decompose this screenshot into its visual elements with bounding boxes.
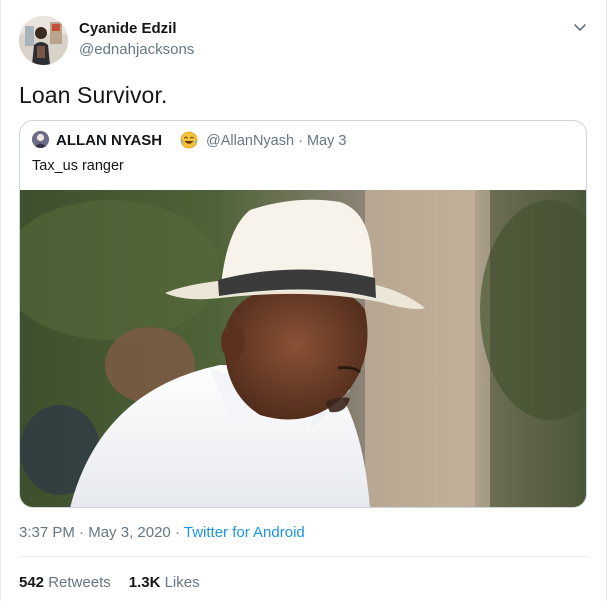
quoted-tweet-photo[interactable] [20,190,586,507]
chevron-down-icon[interactable] [571,18,589,36]
retweets-label: Retweets [48,574,111,591]
quoted-tweet-meta: @AllanNyash · May 3 [206,133,346,149]
quoted-author-handle[interactable]: @AllanNyash [206,133,294,149]
face-with-tears-of-joy-icon [180,131,198,149]
author-name[interactable]: Cyanide Edzil [79,20,177,37]
author-handle[interactable]: @ednahjacksons [79,41,194,58]
retweets-count: 542 [19,574,45,591]
tweet-card: Cyanide Edzil @ednahjacksons Loan Surviv… [0,0,607,601]
author-avatar[interactable] [19,16,68,65]
tweet-date[interactable]: May 3, 2020 [88,524,171,541]
tweet-text: Loan Survivor. [19,82,168,108]
quoted-tweet-text: Tax_us ranger [32,158,124,174]
quoted-author-avatar[interactable] [32,131,49,148]
meta-separator: · [174,524,180,541]
retweets-stat[interactable]: 542 Retweets [19,574,111,591]
tweet-source-link[interactable]: Twitter for Android [184,524,305,541]
divider [19,556,589,557]
likes-stat[interactable]: 1.3K Likes [129,574,200,591]
quoted-tweet[interactable]: ALLAN NYASH @AllanNyash · May 3 Tax_us r… [19,120,587,508]
quoted-author-name[interactable]: ALLAN NYASH [56,132,162,149]
likes-count: 1.3K [128,574,161,591]
quoted-tweet-date[interactable]: May 3 [307,133,347,149]
likes-label: Likes [164,574,200,591]
tweet-meta: 3:37 PM · May 3, 2020 · Twitter for Andr… [19,524,305,541]
tweet-time[interactable]: 3:37 PM [19,524,75,541]
tweet-stats: 542 Retweets 1.3K Likes [19,574,200,591]
meta-separator: · [298,133,303,149]
meta-separator: · [79,524,85,541]
